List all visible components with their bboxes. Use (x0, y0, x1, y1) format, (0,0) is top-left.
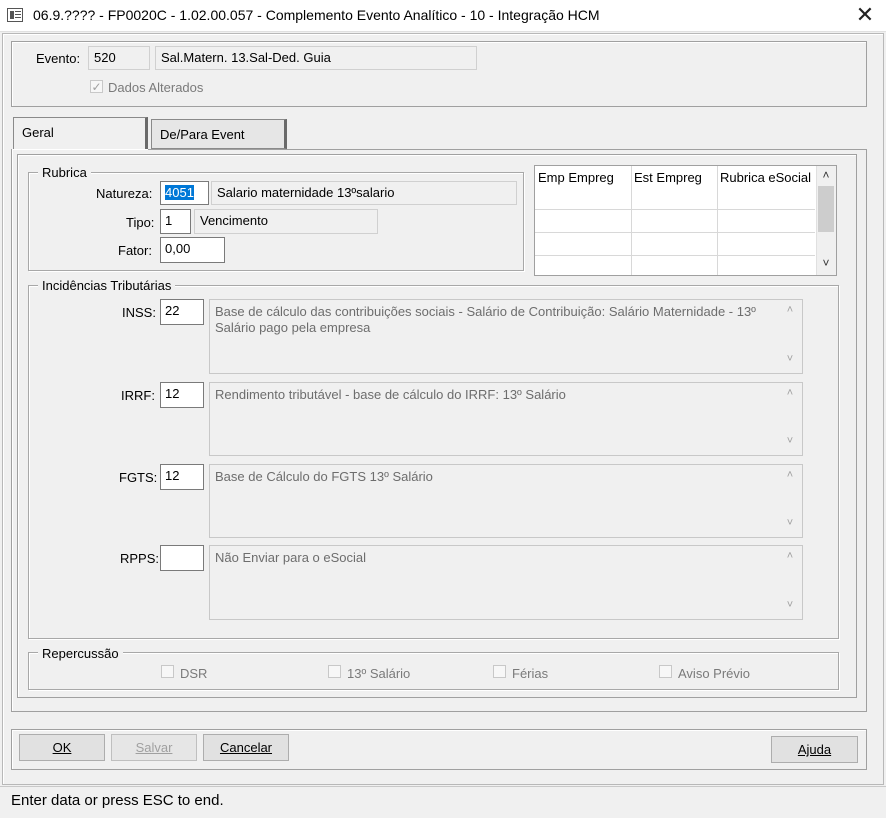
aviso-previo-checkbox[interactable] (659, 665, 672, 678)
grid-row-divider (535, 232, 815, 233)
dados-alterados-label: Dados Alterados (108, 80, 204, 95)
evento-label: Evento: (36, 51, 81, 66)
fator-label: Fator: (118, 243, 152, 258)
grid-row-divider (535, 255, 815, 256)
grid-header-est-empreg[interactable]: Est Empreg (634, 170, 702, 185)
ajuda-button[interactable]: Ajuda (771, 736, 858, 763)
ok-button[interactable]: OK (19, 734, 105, 761)
tab-de-para-event-label: De/Para Event (160, 127, 245, 142)
window-title: 06.9.???? - FP0020C - 1.02.00.057 - Comp… (33, 7, 600, 23)
scroll-down-icon[interactable]: ˅ (783, 353, 797, 365)
scroll-down-icon[interactable]: ˅ (818, 256, 834, 270)
grid-row-divider (535, 209, 815, 210)
tipo-label: Tipo: (126, 215, 155, 230)
cancelar-button[interactable]: Cancelar (203, 734, 289, 761)
inss-label: INSS: (122, 305, 156, 320)
dsr-checkbox[interactable] (161, 665, 174, 678)
scroll-down-icon[interactable]: ˅ (783, 517, 797, 529)
app-window-icon (7, 8, 23, 22)
grid-header-rubrica-esocial[interactable]: Rubrica eSocial (720, 170, 811, 185)
fator-input[interactable]: 0,00 (160, 237, 225, 263)
natureza-input[interactable]: 4051 (160, 181, 209, 205)
scroll-down-icon[interactable]: ˅ (783, 435, 797, 447)
tab-divider (148, 149, 867, 150)
rpps-description: Não Enviar para o eSocial (209, 545, 803, 620)
scroll-up-icon[interactable]: ˄ (783, 387, 797, 399)
evento-code-field: 520 (88, 46, 150, 70)
ok-button-label: OK (52, 740, 72, 755)
natureza-value: 4051 (165, 185, 194, 200)
irrf-input[interactable]: 12 (160, 382, 204, 408)
13-salario-checkbox[interactable] (328, 665, 341, 678)
scroll-up-icon[interactable]: ˄ (818, 168, 834, 182)
ferias-checkbox[interactable] (493, 665, 506, 678)
tipo-input[interactable]: 1 (160, 209, 191, 234)
scroll-up-icon[interactable]: ˄ (783, 469, 797, 481)
scroll-down-icon[interactable]: ˅ (783, 599, 797, 611)
grid-header-emp-empreg[interactable]: Emp Empreg (538, 170, 614, 185)
fgts-input[interactable]: 12 (160, 464, 204, 490)
salvar-button-label: Salvar (135, 740, 173, 755)
cancelar-button-label: Cancelar (219, 740, 273, 755)
grid-scrollbar-thumb[interactable] (818, 186, 834, 232)
salvar-button[interactable]: Salvar (111, 734, 197, 761)
tab-geral-label: Geral (22, 125, 54, 140)
incidencias-group-title: Incidências Tributárias (38, 278, 176, 293)
tab-de-para-event[interactable]: De/Para Event (151, 119, 287, 149)
close-icon[interactable]: ✕ (852, 2, 878, 28)
scroll-up-icon[interactable]: ˄ (783, 550, 797, 562)
rubrica-group-title: Rubrica (38, 165, 91, 180)
fgts-label: FGTS: (119, 470, 158, 485)
check-icon: ✓ (91, 80, 102, 94)
tipo-description: Vencimento (194, 209, 378, 234)
repercussao-group-title: Repercussão (38, 646, 123, 661)
natureza-description: Salario maternidade 13ºsalario (211, 181, 517, 205)
fgts-description: Base de Cálculo do FGTS 13º Salário (209, 464, 803, 538)
ajuda-button-label: Ajuda (797, 742, 832, 757)
13-salario-label: 13º Salário (347, 666, 411, 681)
dados-alterados-checkbox[interactable]: ✓ (90, 80, 103, 93)
grid-column-divider (631, 166, 632, 275)
irrf-label: IRRF: (121, 388, 155, 403)
ferias-label: Férias (512, 666, 549, 681)
inss-input[interactable]: 22 (160, 299, 204, 325)
status-text: Enter data or press ESC to end. (11, 792, 224, 809)
grid-column-divider (717, 166, 718, 275)
dsr-label: DSR (180, 666, 208, 681)
aviso-previo-label: Aviso Prévio (678, 666, 751, 681)
inss-description: Base de cálculo das contribuições sociai… (209, 299, 803, 374)
evento-description-field: Sal.Matern. 13.Sal-Ded. Guia (155, 46, 477, 70)
irrf-description: Rendimento tributável - base de cálculo … (209, 382, 803, 456)
tab-geral[interactable]: Geral (13, 117, 148, 150)
rpps-label: RPPS: (120, 551, 160, 566)
natureza-label: Natureza: (96, 186, 153, 201)
scroll-up-icon[interactable]: ˄ (783, 304, 797, 316)
rpps-input[interactable] (160, 545, 204, 571)
